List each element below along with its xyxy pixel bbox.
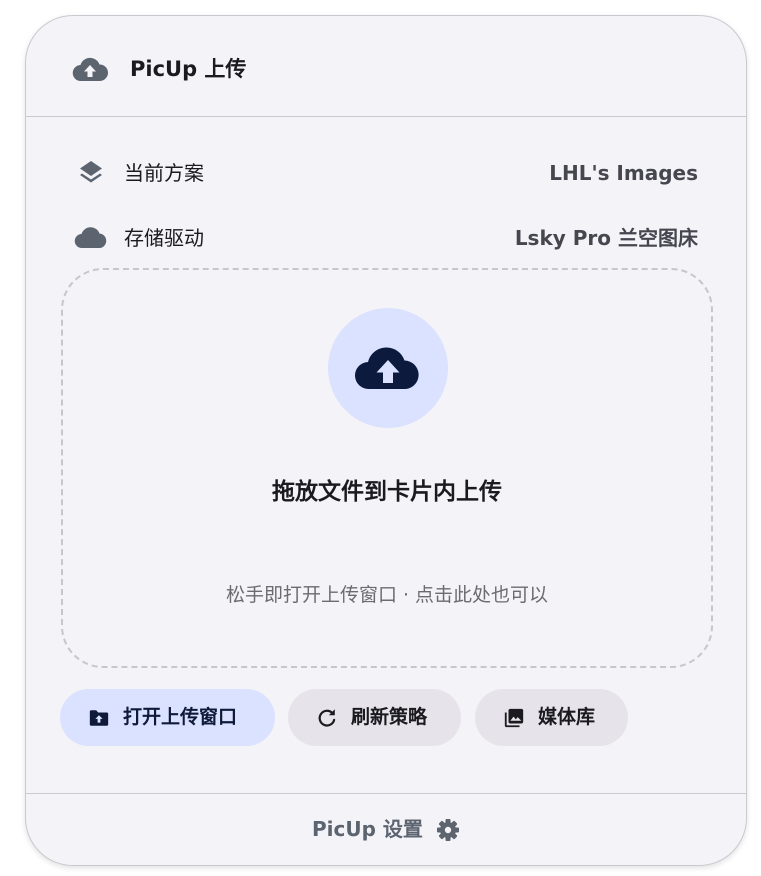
- storage-driver-value: Lsky Pro 兰空图床: [514, 226, 698, 250]
- open-upload-window-label: 打开上传窗口: [123, 706, 238, 728]
- dropzone-title: 拖放文件到卡片内上传: [272, 479, 502, 505]
- refresh-icon: [318, 709, 336, 727]
- current-plan-label: 当前方案: [124, 161, 204, 185]
- cloud-upload-icon: [72, 57, 108, 82]
- storage-driver-row: 存储驱动 Lsky Pro 兰空图床: [74, 222, 698, 254]
- card-header: PicUp 上传: [26, 16, 746, 117]
- media-library-button[interactable]: 媒体库: [475, 689, 628, 746]
- upload-dropzone[interactable]: 拖放文件到卡片内上传 松手即打开上传窗口 · 点击此处也可以: [61, 268, 713, 668]
- dropzone-hint: 松手即打开上传窗口 · 点击此处也可以: [225, 584, 549, 606]
- layers-icon: [80, 161, 102, 183]
- settings-footer[interactable]: PicUp 设置: [26, 793, 746, 865]
- refresh-strategy-label: 刷新策略: [351, 706, 428, 728]
- photo-library-icon: [504, 708, 524, 728]
- folder-upload-icon: [89, 710, 109, 726]
- cloud-upload-icon: [354, 347, 419, 390]
- open-upload-window-button[interactable]: 打开上传窗口: [60, 689, 275, 746]
- settings-label: PicUp 设置: [312, 817, 423, 841]
- upload-card: PicUp 上传 当前方案 LHL's Images 存储驱动 Lsky Pro…: [25, 15, 747, 866]
- page-title: PicUp 上传: [130, 57, 247, 81]
- current-plan-value: LHL's Images: [549, 161, 698, 185]
- cloud-icon: [74, 227, 107, 249]
- current-plan-row: 当前方案 LHL's Images: [74, 157, 698, 189]
- media-library-label: 媒体库: [538, 706, 596, 728]
- refresh-strategy-button[interactable]: 刷新策略: [288, 689, 461, 746]
- storage-driver-label: 存储驱动: [124, 226, 204, 250]
- gear-icon: [437, 819, 459, 841]
- dropzone-icon-badge: [328, 308, 448, 428]
